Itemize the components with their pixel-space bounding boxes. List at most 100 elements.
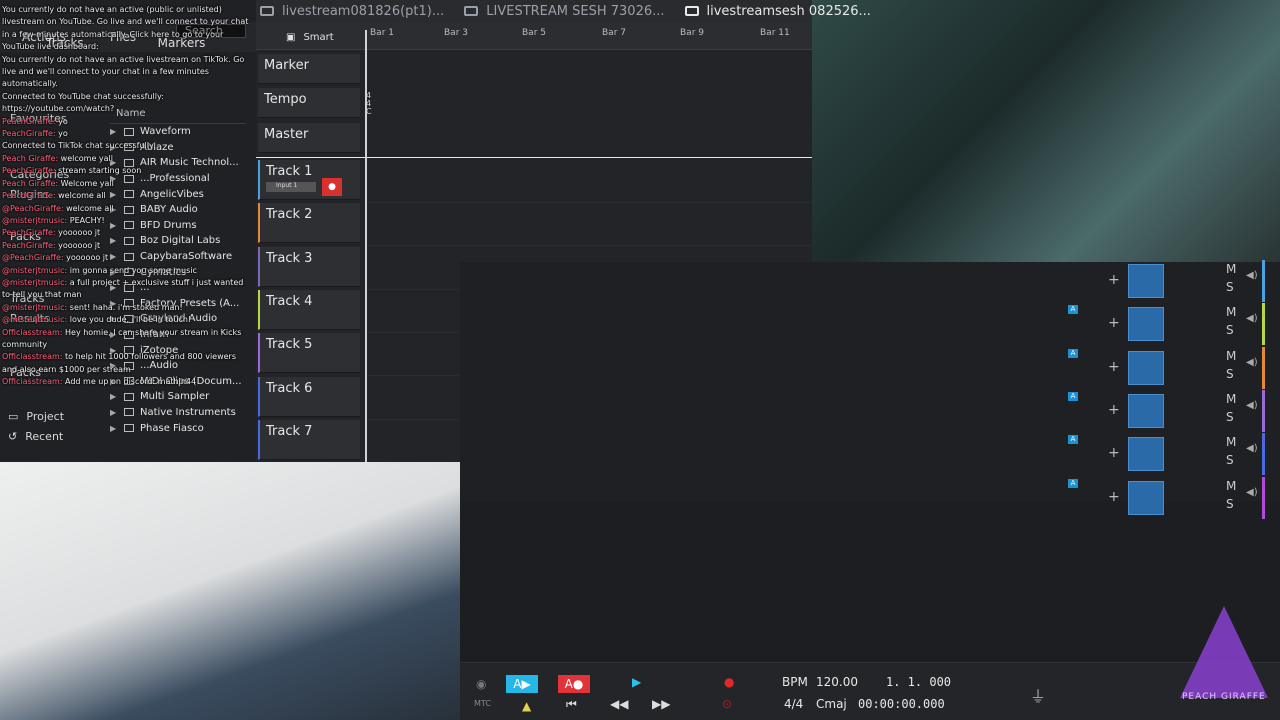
rewind-start-button[interactable]: ⏮ — [566, 697, 577, 712]
solo-button[interactable]: S — [1226, 410, 1234, 424]
track-head[interactable]: Track 4 — [258, 289, 360, 330]
snap-smart[interactable]: ▣ Smart — [286, 32, 334, 43]
level-meter[interactable] — [1128, 350, 1164, 385]
nav-project[interactable]: ▭ Project — [8, 406, 64, 426]
solo-button[interactable]: S — [1226, 453, 1234, 467]
mute-button[interactable]: M — [1226, 349, 1236, 363]
solo-button[interactable]: S — [1226, 323, 1234, 337]
expand-arrow-icon[interactable]: ▶ — [110, 424, 118, 433]
project-tab-1[interactable]: livestream081826(pt1)... — [250, 4, 454, 19]
chat-message: Peach Giraffe: welcome yall — [2, 153, 252, 165]
playhead[interactable] — [365, 30, 367, 462]
record-button[interactable]: ● — [724, 675, 734, 689]
speaker-icon[interactable]: ◀) — [1246, 400, 1258, 411]
timeline-ruler[interactable]: ▣ Smart Bar 1 Bar 3 Bar 5 Bar 7 Bar 9 Ba… — [256, 22, 812, 50]
chat-username: Officiasstream: — [2, 352, 63, 362]
chat-message: @PeachGiraffe: yoooooo jt — [2, 252, 252, 264]
rewind-button[interactable]: ◀◀ — [610, 697, 628, 711]
add-icon[interactable]: + — [1108, 489, 1120, 505]
track-head-marker[interactable]: Marker — [258, 54, 360, 84]
solo-button[interactable]: S — [1226, 497, 1234, 511]
automation-badge[interactable]: A — [1068, 478, 1078, 488]
time-signature[interactable]: 4/4 — [784, 697, 803, 711]
automation-badge[interactable]: A — [1068, 348, 1078, 358]
mixer-strip[interactable]: A + M S ◀) — [1056, 389, 1265, 432]
play-button[interactable]: ▶ — [632, 675, 641, 689]
mixer-strip[interactable]: A + M S ◀) — [1056, 346, 1265, 389]
speaker-icon[interactable]: ◀) — [1246, 443, 1258, 454]
level-meter[interactable] — [1128, 393, 1164, 428]
warning-icon[interactable]: ▲ — [522, 699, 531, 713]
track-input-select[interactable]: Input 1 — [266, 182, 316, 192]
level-meter[interactable] — [1128, 437, 1164, 472]
ruler-bar-5: Bar 5 — [522, 28, 546, 38]
chat-text: yo — [58, 129, 68, 139]
speaker-icon[interactable]: ◀) — [1246, 487, 1258, 498]
add-icon[interactable]: + — [1108, 272, 1120, 288]
position-readout[interactable]: 1. 1. 000 — [886, 675, 951, 689]
mute-button[interactable]: M — [1226, 435, 1236, 449]
chat-text: love you dude, i'll be in touch! — [69, 315, 192, 325]
mixer-strip[interactable]: A + M S ◀) — [1056, 303, 1265, 346]
track-head[interactable]: Track 6 — [258, 376, 360, 417]
mute-button[interactable]: M — [1226, 392, 1236, 406]
automation-badge[interactable]: A — [1068, 391, 1078, 401]
browser-tree-item[interactable]: ▶ Phase Fiasco — [110, 420, 246, 436]
solo-button[interactable]: S — [1226, 280, 1234, 294]
automation-badge[interactable]: A — [1068, 435, 1078, 445]
mixer-strip[interactable]: A + M S ◀) — [1056, 433, 1265, 476]
bpm-value[interactable]: 120.00 — [816, 675, 858, 689]
mixer-strip[interactable]: + M S ◀) — [1056, 260, 1265, 302]
add-icon[interactable]: + — [1108, 445, 1120, 461]
track-head[interactable]: Track 1 Input 1 ● — [258, 160, 360, 200]
project-tab-2[interactable]: LIVESTREAM SESH 73026... — [454, 4, 674, 19]
chat-message: PeachGiraffe: yoooooo jt — [2, 227, 252, 239]
chat-text: You currently do not have an active live… — [2, 54, 245, 89]
speaker-icon[interactable]: ◀) — [1246, 313, 1258, 324]
chat-text: You currently do not have an active (pub… — [2, 5, 249, 52]
chat-text: welcome yall — [60, 153, 113, 163]
project-tab-3[interactable]: livestreamsesh 082526... — [675, 4, 881, 19]
automation-badge[interactable]: A — [1068, 305, 1078, 315]
solo-button[interactable]: S — [1226, 367, 1234, 381]
sync-icon[interactable]: ◉ — [476, 677, 486, 691]
expand-arrow-icon[interactable]: ▶ — [110, 392, 118, 401]
ruler-bar-7: Bar 7 — [602, 28, 626, 38]
stop-record-button[interactable]: ⊙ — [722, 697, 732, 711]
track-head[interactable]: Track 2 — [258, 203, 360, 244]
track-head-tempo[interactable]: Tempo — [258, 88, 360, 118]
expand-arrow-icon[interactable]: ▶ — [110, 408, 118, 417]
mute-button[interactable]: M — [1226, 305, 1236, 319]
chat-message: Officiasstream: Add me up on discord: ma… — [2, 376, 252, 388]
level-meter[interactable] — [1128, 264, 1164, 298]
browser-tree-item[interactable]: ▶ Native Instruments — [110, 405, 246, 421]
chat-message: You currently do not have an active (pub… — [2, 4, 252, 54]
timecode-readout[interactable]: 00:00:00.000 — [858, 697, 945, 711]
mute-button[interactable]: M — [1226, 262, 1236, 276]
chat-message: PeachGiraffe: yoooooo jt — [2, 240, 252, 252]
chat-text: PEACHY! — [69, 215, 105, 225]
key-signature[interactable]: Cmaj — [816, 697, 847, 711]
level-meter[interactable] — [1128, 307, 1164, 342]
speaker-icon[interactable]: ◀) — [1246, 270, 1258, 281]
add-icon[interactable]: + — [1108, 359, 1120, 375]
level-meter[interactable] — [1128, 480, 1164, 515]
speaker-icon[interactable]: ◀) — [1246, 357, 1258, 368]
chat-message: @misterjtmusic: im gonna send you some m… — [2, 265, 252, 277]
track-head[interactable]: Track 7 — [258, 419, 360, 460]
add-icon[interactable]: + — [1108, 315, 1120, 331]
track-head[interactable]: Track 5 — [258, 333, 360, 374]
plug-icon[interactable]: ⏚ — [1030, 683, 1046, 707]
loop-button[interactable]: A▶ — [506, 675, 538, 693]
mixer-strip[interactable]: A + M S ◀) — [1056, 476, 1265, 519]
forward-button[interactable]: ▶▶ — [652, 697, 670, 711]
track-head[interactable]: Track 3 — [258, 246, 360, 287]
add-icon[interactable]: + — [1108, 402, 1120, 418]
record-mode-button[interactable]: A● — [558, 675, 590, 693]
mute-button[interactable]: M — [1226, 479, 1236, 493]
record-arm-button[interactable]: ● — [322, 178, 342, 196]
browser-tree-item[interactable]: ▶ Multi Sampler — [110, 389, 246, 405]
chat-message: @misterjtmusic: a full project + exclusi… — [2, 277, 252, 302]
nav-recent[interactable]: ↺ Recent — [8, 426, 64, 446]
track-head-master[interactable]: Master — [258, 123, 360, 153]
